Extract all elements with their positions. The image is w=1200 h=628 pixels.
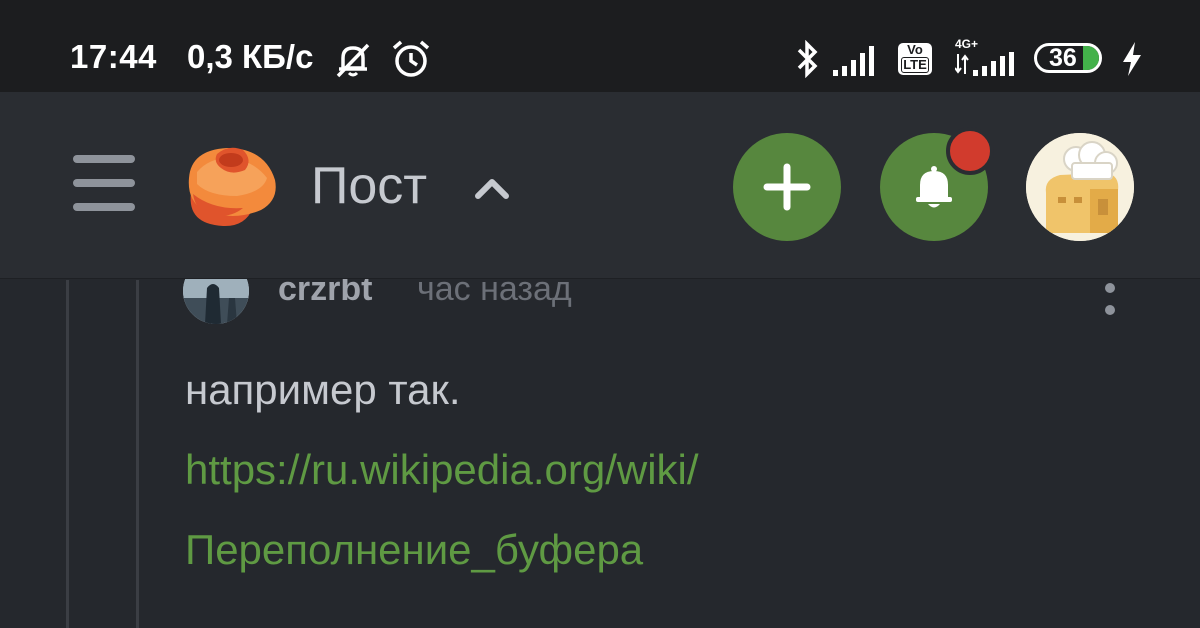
comment-text: например так. (185, 366, 461, 413)
thread-line (136, 280, 139, 628)
alarm-icon (392, 40, 430, 77)
signal-icon (833, 46, 874, 76)
battery-level: 36 (1049, 44, 1077, 72)
comment-author[interactable]: crzrbt (278, 279, 372, 309)
plus-icon (763, 163, 811, 211)
status-bar: 17:44 0,3 КБ/с Vo LTE 4G+ 36 (0, 0, 1200, 92)
bluetooth-icon (797, 40, 818, 78)
network-type: 4G+ (955, 37, 979, 51)
signal-4g-icon (955, 52, 1014, 76)
notifications-muted-icon (336, 43, 370, 78)
network-speed: 0,3 КБ/с (187, 38, 314, 75)
menu-button[interactable] (73, 155, 135, 211)
comment-time: час назад (417, 279, 572, 308)
menu-icon (73, 155, 135, 163)
user-avatar-image (1026, 133, 1134, 241)
volte-icon: Vo LTE (898, 43, 932, 75)
more-options-button[interactable] (1096, 280, 1124, 320)
page-title[interactable]: Пост (311, 156, 427, 216)
more-vertical-icon (1105, 283, 1115, 293)
thread-line (66, 280, 69, 628)
pikabu-logo[interactable] (183, 138, 279, 228)
notification-badge (946, 127, 994, 175)
battery-icon: 36 (1034, 43, 1102, 73)
add-post-button[interactable] (733, 133, 841, 241)
comment-link[interactable]: https://ru.wikipedia.org/wiki/ (185, 446, 699, 494)
chevron-up-icon[interactable] (472, 172, 512, 202)
comment-link-continued[interactable]: Переполнение_буфера (185, 526, 643, 574)
comment-author-avatar[interactable] (183, 279, 249, 324)
user-avatar[interactable] (1026, 133, 1134, 241)
app-header: Пост (0, 92, 1200, 279)
status-time: 17:44 (70, 38, 157, 75)
comment-thread: crzrbt час назад например так. https://r… (0, 279, 1200, 628)
charging-icon (1123, 42, 1141, 76)
